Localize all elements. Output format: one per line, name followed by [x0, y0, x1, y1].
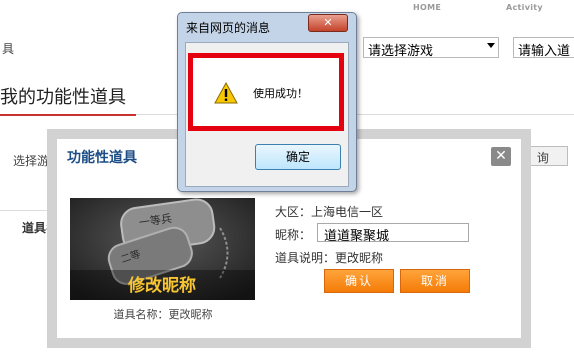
- toolbar-label-fragment: 具: [2, 42, 15, 56]
- dog-tag-icon: 一等兵 二等 修改昵称: [70, 198, 255, 300]
- nickname-label: 昵称：: [275, 228, 312, 242]
- warning-icon: [214, 82, 238, 104]
- nav-home-link[interactable]: HOME: [413, 3, 441, 12]
- item-search-value: 请输入道: [518, 44, 571, 59]
- chevron-down-icon: [487, 43, 495, 48]
- alert-title: 来自网页的消息: [186, 21, 271, 35]
- game-select-value: 请选择游戏: [368, 44, 434, 59]
- select-game-label: 选择游: [13, 154, 50, 168]
- alert-message: 使用成功！: [253, 87, 308, 100]
- item-description: 道具说明：更改昵称: [275, 251, 384, 265]
- message-highlight: 使用成功！: [188, 53, 344, 131]
- region-text: 大区：上海电信一区: [275, 205, 384, 219]
- item-image: 一等兵 二等 修改昵称: [70, 198, 255, 300]
- item-image-label: 修改昵称: [127, 275, 196, 296]
- item-dialog-title: 功能性道具: [67, 150, 137, 166]
- title-underline-accent: [0, 114, 136, 116]
- alert-body: 使用成功！ 确定: [185, 42, 349, 187]
- nickname-value: 道道聚聚城: [324, 229, 390, 244]
- game-select[interactable]: 请选择游戏: [363, 37, 499, 59]
- item-name-caption: 道具名称：更改昵称: [113, 308, 213, 321]
- page-title: 我的功能性道具: [0, 87, 126, 108]
- alert-close-icon[interactable]: ✕: [308, 14, 348, 32]
- nav-activity-link[interactable]: Activity: [506, 3, 543, 12]
- nickname-input[interactable]: 道道聚聚城: [317, 223, 469, 244]
- alert-dialog: 来自网页的消息 ✕ 使用成功！ 确定: [177, 12, 357, 192]
- item-search-input[interactable]: 请输入道: [513, 37, 574, 59]
- confirm-button[interactable]: 确认: [324, 269, 394, 293]
- ok-button[interactable]: 确定: [255, 144, 341, 170]
- cancel-button[interactable]: 取消: [400, 269, 470, 293]
- close-icon[interactable]: ✕: [491, 147, 511, 166]
